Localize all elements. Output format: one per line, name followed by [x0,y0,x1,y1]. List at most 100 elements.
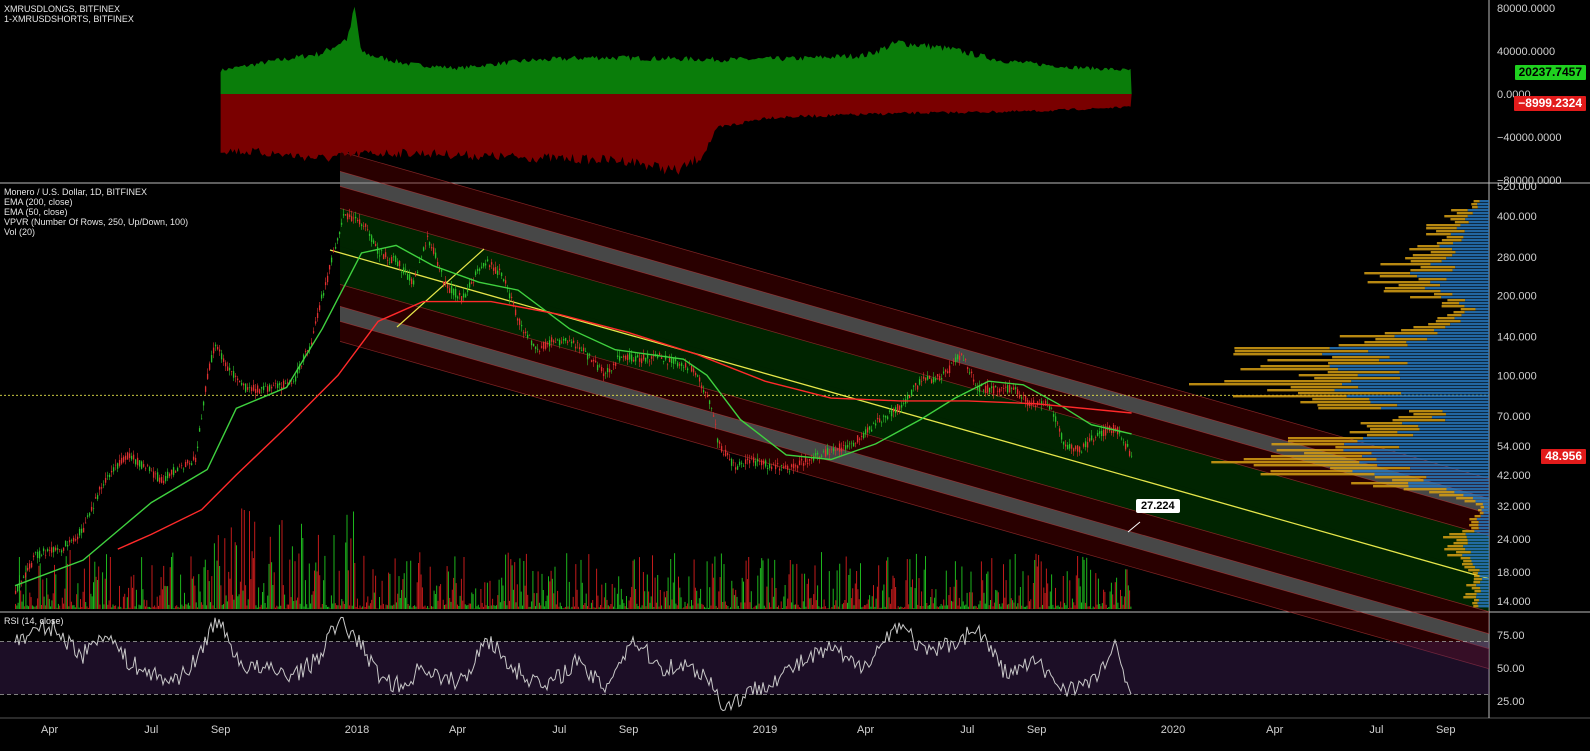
volume-bar [96,580,98,609]
volume-bar [835,600,837,609]
volume-bar [403,573,405,609]
volume-bar [135,589,137,609]
volume-bar [939,606,941,609]
volume-bar [489,580,491,609]
candle-body [800,458,803,461]
vpvr-row-down [1398,284,1441,287]
volume-bar [574,606,575,609]
vpvr-row-down [1474,599,1479,602]
candle-body [838,443,841,452]
volume-bar [759,568,761,609]
volume-bar [1036,566,1038,609]
volume-bar [1084,602,1086,609]
volume-bar [953,586,955,609]
volume-bar [616,593,618,609]
vpvr-row-up [1468,221,1489,224]
volume-bar [372,569,374,609]
volume-bar [541,573,543,609]
volume-bar [741,577,743,609]
volume-bar [181,604,183,609]
vpvr-row-up [1446,488,1489,491]
candle-body [862,432,865,439]
volume-bar [230,527,232,609]
vpvr-row-up [1441,296,1489,299]
vpvr-row-up [1399,446,1489,449]
candle-body [820,455,823,457]
candle-body [524,331,527,334]
candle-body [194,457,197,463]
volume-bar [323,580,325,609]
vpvr-row-down [1460,308,1476,311]
candle-body [724,449,727,457]
volume-bar [1097,578,1099,609]
candle-body [716,438,719,443]
volume-bar [393,604,395,609]
price-y-tick: 520.000 [1497,181,1537,193]
volume-bar [197,607,198,609]
candle-body [634,356,637,362]
vpvr-row-down [1456,212,1473,215]
vpvr-row-up [1478,521,1489,524]
candle-body [136,457,139,466]
volume-bar [242,590,244,609]
time-axis-tick: 2019 [753,724,777,736]
candle-body [22,576,25,578]
volume-bar [857,589,859,609]
candle-body [180,465,183,467]
candle-body [1100,430,1103,437]
candle-body [830,448,833,450]
candle-body [1008,384,1011,393]
volume-bar [982,580,984,609]
volume-bar [304,580,306,609]
vpvr-row-down [1426,224,1461,227]
volume-bar [585,593,587,609]
volume-bar [919,606,921,609]
candle-body [46,549,49,552]
candle-body [502,279,505,281]
candle-body [992,386,995,394]
candle-body [1062,441,1065,445]
volume-bar [143,599,145,609]
volume-bar [1022,571,1024,609]
volume-bar [535,606,536,609]
volume-bar [509,600,510,609]
volume-bar [762,560,764,609]
volume-bar [902,607,904,609]
candle-body [986,384,989,393]
volume-bar [614,587,616,609]
volume-bar [709,587,711,609]
volume-bar [263,583,265,609]
vpvr-row-up [1399,371,1489,374]
volume-bar [120,606,122,609]
volume-bar [277,606,279,609]
volume-bar [901,607,903,609]
candle-body [468,282,471,288]
volume-bar [17,602,19,609]
volume-bar [394,558,396,609]
volume-bar [204,559,206,609]
vpvr-row-down [1471,521,1479,524]
volume-bar [743,581,744,609]
candle-body [532,343,535,347]
volume-bar [264,603,266,609]
volume-bar [203,567,205,609]
volume-bar [472,594,474,609]
vpvr-row-down [1473,578,1482,581]
volume-bar [856,571,858,609]
volume-bar [24,606,26,609]
pitchfork-price-callout[interactable]: 27.224 [1136,499,1180,513]
vpvr-row-up [1464,230,1489,233]
volume-bar [475,588,477,609]
volume-bar [233,599,235,609]
candle-body [858,438,861,440]
volume-bar [1044,593,1046,609]
volume-bar [943,599,945,609]
volume-bar [776,607,778,609]
candle-body [214,344,217,347]
trading-chart[interactable]: 80000.000040000.00000.0000−40000.0000−80… [0,0,1590,751]
vpvr-row-up [1334,389,1489,392]
volume-bar [984,603,986,609]
price-y-tick: 140.000 [1497,332,1537,344]
candle-body [466,289,469,293]
vpvr-row-down [1413,326,1446,329]
